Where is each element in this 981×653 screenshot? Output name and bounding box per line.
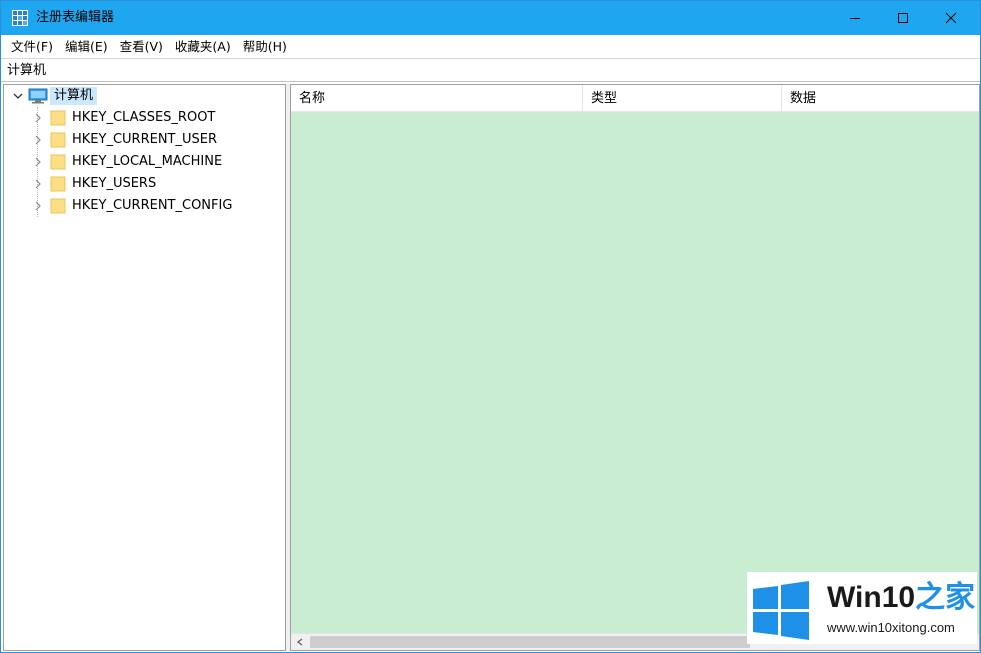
chevron-right-icon — [35, 113, 41, 123]
tree-item-label[interactable]: HKEY_CURRENT_USER — [72, 132, 217, 148]
value-list-pane[interactable]: 名称 类型 数据 — [290, 84, 980, 651]
tree-item-hkey-users[interactable]: HKEY_USERS — [30, 173, 156, 195]
column-header-data[interactable]: 数据 — [782, 85, 979, 112]
folder-icon — [50, 110, 66, 126]
tree-item-hkey-local-machine[interactable]: HKEY_LOCAL_MACHINE — [30, 151, 222, 173]
expand-toggle[interactable] — [30, 110, 46, 126]
watermark: Win10之家 www.win10xitong.com — [747, 572, 977, 644]
menu-bar: 文件(F) 编辑(E) 查看(V) 收藏夹(A) 帮助(H) — [1, 35, 980, 58]
tree-item-label[interactable]: HKEY_CLASSES_ROOT — [72, 110, 215, 126]
chevron-down-icon — [13, 93, 23, 99]
column-header-name[interactable]: 名称 — [291, 85, 583, 112]
folder-icon — [50, 132, 66, 148]
menu-help[interactable]: 帮助(H) — [237, 37, 293, 57]
watermark-brand: Win10之家 — [827, 580, 975, 616]
column-header-type[interactable]: 类型 — [583, 85, 782, 112]
window-title: 注册表编辑器 — [36, 10, 115, 25]
expand-toggle[interactable] — [30, 132, 46, 148]
folder-icon — [50, 154, 66, 170]
tree-item-hkey-current-config[interactable]: HKEY_CURRENT_CONFIG — [30, 195, 232, 217]
tree-item-hkey-classes-root[interactable]: HKEY_CLASSES_ROOT — [30, 107, 215, 129]
tree-item-label[interactable]: HKEY_CURRENT_CONFIG — [72, 198, 232, 214]
menu-favorites[interactable]: 收藏夹(A) — [169, 37, 237, 57]
folder-icon — [50, 176, 66, 192]
registry-editor-window: 注册表编辑器 文件(F) 编辑(E) 查看(V) 收藏夹(A) 帮助(H) 计算… — [0, 0, 981, 653]
close-button[interactable] — [928, 1, 974, 35]
address-path[interactable]: 计算机 — [7, 62, 46, 79]
menu-edit[interactable]: 编辑(E) — [59, 37, 114, 57]
minimize-icon — [850, 18, 860, 19]
menu-view[interactable]: 查看(V) — [114, 37, 169, 57]
watermark-url: www.win10xitong.com — [827, 620, 955, 635]
maximize-button[interactable] — [880, 1, 926, 35]
windows-logo-icon — [753, 581, 809, 640]
computer-icon — [28, 88, 48, 104]
scroll-left-button[interactable] — [291, 634, 308, 650]
minimize-button[interactable] — [832, 1, 878, 35]
registry-editor-icon — [12, 10, 28, 26]
maximize-icon — [898, 13, 908, 23]
watermark-brand-main: Win10 — [827, 581, 916, 614]
key-tree-pane[interactable]: 计算机 HKEY_CLASSES_ROOT HKEY_CURRENT_USER … — [3, 84, 286, 651]
address-bar[interactable]: 计算机 — [1, 58, 980, 82]
tree-root-computer[interactable]: 计算机 — [10, 85, 98, 107]
scrollbar-thumb[interactable] — [310, 636, 750, 648]
expand-toggle[interactable] — [30, 176, 46, 192]
chevron-right-icon — [35, 201, 41, 211]
folder-icon — [50, 198, 66, 214]
menu-file[interactable]: 文件(F) — [5, 37, 59, 57]
tree-root-label[interactable]: 计算机 — [50, 87, 98, 105]
column-header-row: 名称 类型 数据 — [291, 85, 979, 112]
expand-toggle[interactable] — [30, 154, 46, 170]
close-icon — [945, 12, 957, 24]
chevron-right-icon — [35, 179, 41, 189]
expand-toggle[interactable] — [30, 198, 46, 214]
expand-toggle[interactable] — [10, 88, 26, 104]
tree-item-label[interactable]: HKEY_USERS — [72, 176, 156, 192]
title-bar[interactable]: 注册表编辑器 — [1, 1, 980, 35]
chevron-right-icon — [35, 157, 41, 167]
tree-item-hkey-current-user[interactable]: HKEY_CURRENT_USER — [30, 129, 217, 151]
chevron-left-icon — [296, 638, 302, 646]
watermark-brand-suffix: 之家 — [915, 581, 976, 614]
chevron-right-icon — [35, 135, 41, 145]
tree-item-label[interactable]: HKEY_LOCAL_MACHINE — [72, 154, 222, 170]
